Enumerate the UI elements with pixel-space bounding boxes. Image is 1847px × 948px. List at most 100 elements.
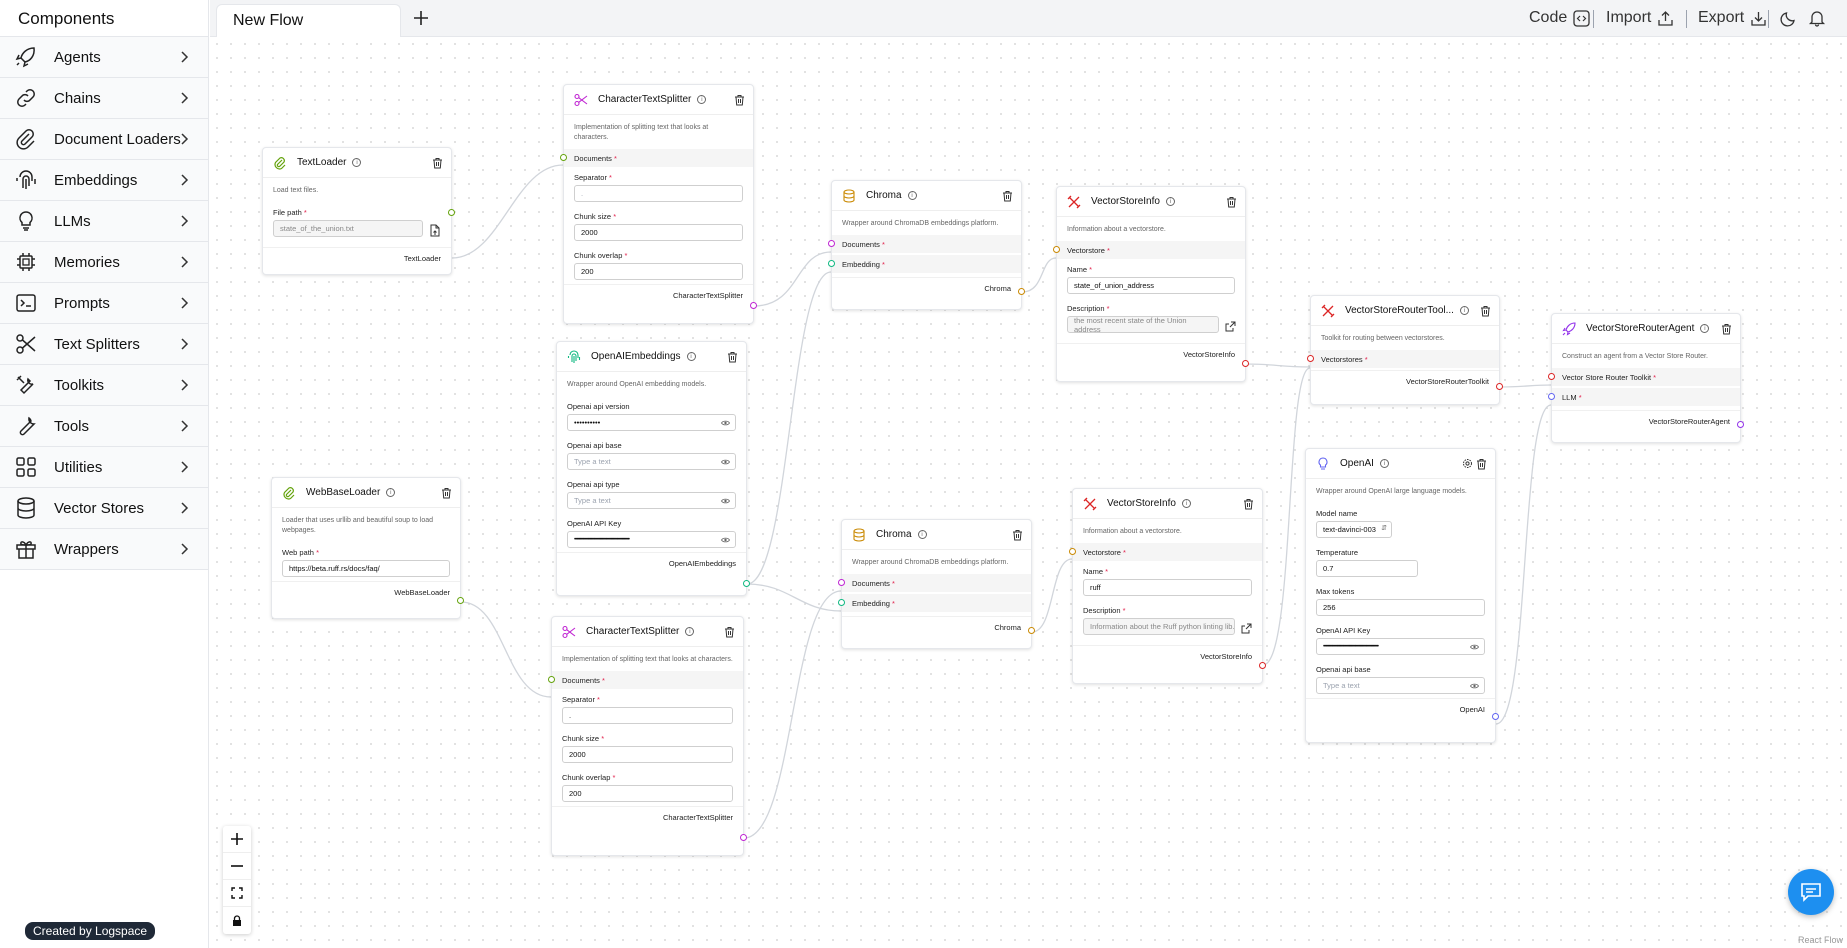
external-link-icon[interactable] — [1225, 321, 1236, 332]
chat-button[interactable] — [1788, 869, 1834, 915]
info-icon[interactable]: i — [697, 95, 707, 104]
trash-icon[interactable] — [1243, 498, 1254, 510]
file-path-input[interactable]: state_of_the_union.txt — [273, 220, 423, 237]
node-openai-embeddings[interactable]: OpenAIEmbeddings i Wrapper around OpenAI… — [556, 341, 750, 596]
sidebar-item-toolkits[interactable]: Toolkits — [0, 365, 208, 406]
output-handle[interactable] — [448, 209, 455, 216]
info-icon[interactable]: i — [1181, 499, 1191, 508]
output-handle[interactable] — [743, 580, 750, 587]
output-handle[interactable] — [1496, 383, 1503, 390]
import-button[interactable]: Import — [1606, 9, 1674, 27]
node-openai[interactable]: OpenAI i Wrapper around OpenAI large lan… — [1305, 448, 1499, 743]
chunk-size-input[interactable]: 2000 — [574, 224, 743, 241]
output-handle[interactable] — [1492, 713, 1499, 720]
chunk-overlap-input[interactable]: 200 — [574, 263, 743, 280]
output-handle[interactable] — [1242, 360, 1249, 367]
trash-icon[interactable] — [1480, 305, 1491, 317]
node-character-text-splitter[interactable]: CharacterTextSplitter i Implementation o… — [560, 84, 757, 324]
output-handle[interactable] — [1028, 627, 1035, 634]
toolkit-handle[interactable] — [1548, 373, 1555, 380]
fit-view-button[interactable] — [223, 880, 251, 907]
trash-icon[interactable] — [734, 94, 745, 106]
external-link-icon[interactable] — [1241, 623, 1252, 634]
trash-icon[interactable] — [1721, 323, 1732, 335]
zoom-in-button[interactable] — [223, 826, 251, 853]
trash-icon[interactable] — [1476, 458, 1487, 470]
vectorstores-handle[interactable] — [1307, 355, 1314, 362]
output-handle[interactable] — [750, 302, 757, 309]
model-name-select[interactable]: text-davinci-003 ⇵ — [1316, 521, 1392, 538]
sidebar-item-tools[interactable]: Tools — [0, 406, 208, 447]
node-chroma[interactable]: Chroma i Wrapper around ChromaDB embeddi… — [838, 519, 1035, 649]
api-base-input[interactable]: Type a text — [1316, 677, 1485, 694]
chunk-overlap-input[interactable]: 200 — [562, 785, 733, 802]
info-icon[interactable]: i — [1459, 306, 1469, 315]
separator-input[interactable]: . — [574, 185, 743, 202]
info-icon[interactable]: i — [685, 627, 695, 636]
node-chroma[interactable]: Chroma i Wrapper around ChromaDB embeddi… — [828, 180, 1025, 310]
tab-new-flow[interactable]: New Flow — [216, 4, 401, 37]
documents-handle[interactable] — [828, 240, 835, 247]
temperature-input[interactable]: 0.7 — [1316, 560, 1418, 577]
trash-icon[interactable] — [441, 487, 452, 499]
lock-button[interactable] — [223, 907, 251, 934]
export-button[interactable]: Export — [1698, 9, 1767, 27]
node-webbaseloader[interactable]: WebBaseLoader i Loader that uses urllib … — [271, 477, 464, 619]
api-key-input[interactable]: ••••••••••••••••••••••••••••••••••••••••… — [567, 531, 736, 548]
name-input[interactable]: state_of_union_address — [1067, 277, 1235, 294]
sidebar-item-memories[interactable]: Memories — [0, 242, 208, 283]
code-button[interactable]: Code — [1529, 9, 1590, 27]
node-vectorstore-router-toolkit[interactable]: VectorStoreRouterTool... i Toolkit for r… — [1307, 295, 1503, 405]
description-input[interactable]: the most recent state of the Union addre… — [1067, 316, 1219, 334]
output-handle[interactable] — [1737, 421, 1744, 428]
output-handle[interactable] — [740, 834, 747, 841]
trash-icon[interactable] — [727, 351, 738, 363]
info-icon[interactable]: i — [1379, 459, 1389, 468]
info-icon[interactable]: i — [1700, 324, 1710, 333]
sidebar-item-text-splitters[interactable]: Text Splitters — [0, 324, 208, 365]
file-upload-icon[interactable] — [429, 224, 441, 237]
zoom-out-button[interactable] — [223, 853, 251, 880]
eye-icon[interactable] — [721, 419, 730, 427]
sidebar-item-utilities[interactable]: Utilities — [0, 447, 208, 488]
output-handle[interactable] — [1018, 288, 1025, 295]
sidebar-item-vector-stores[interactable]: Vector Stores — [0, 488, 208, 529]
llm-handle[interactable] — [1548, 393, 1555, 400]
embedding-handle[interactable] — [838, 599, 845, 606]
output-handle[interactable] — [457, 597, 464, 604]
node-vectorstoreinfo[interactable]: VectorStoreInfo i Information about a ve… — [1069, 488, 1266, 684]
bell-icon[interactable] — [1808, 9, 1826, 27]
documents-handle[interactable] — [560, 154, 567, 161]
info-icon[interactable]: i — [1165, 197, 1175, 206]
name-input[interactable]: ruff — [1083, 579, 1252, 596]
dark-mode-icon[interactable] — [1780, 9, 1798, 27]
max-tokens-input[interactable]: 256 — [1316, 599, 1485, 616]
api-type-input[interactable]: Type a text — [567, 492, 736, 509]
documents-handle[interactable] — [838, 579, 845, 586]
vectorstore-handle[interactable] — [1069, 548, 1076, 555]
info-icon[interactable]: i — [907, 191, 917, 200]
sidebar-item-document-loaders[interactable]: Document Loaders — [0, 119, 208, 160]
info-icon[interactable]: i — [917, 530, 927, 539]
eye-icon[interactable] — [721, 458, 730, 466]
info-icon[interactable]: i — [386, 488, 396, 497]
node-character-text-splitter[interactable]: CharacterTextSplitter i Implementation o… — [548, 616, 747, 856]
node-textloader[interactable]: TextLoader i Load text files. File path … — [262, 147, 455, 275]
trash-icon[interactable] — [724, 626, 735, 638]
trash-icon[interactable] — [1012, 529, 1023, 541]
description-input[interactable]: Information about the Ruff python lintin… — [1083, 618, 1235, 635]
separator-input[interactable]: . — [562, 707, 733, 724]
trash-icon[interactable] — [432, 157, 443, 169]
sidebar-item-embeddings[interactable]: Embeddings — [0, 160, 208, 201]
output-handle[interactable] — [1259, 662, 1266, 669]
sidebar-item-wrappers[interactable]: Wrappers — [0, 529, 208, 570]
vectorstore-handle[interactable] — [1053, 246, 1060, 253]
credit-badge[interactable]: Created by Logspace — [25, 922, 156, 940]
info-icon[interactable]: i — [352, 158, 362, 167]
web-path-input[interactable]: https://beta.ruff.rs/docs/faq/ — [282, 560, 450, 577]
eye-icon[interactable] — [1470, 682, 1479, 690]
sidebar-item-prompts[interactable]: Prompts — [0, 283, 208, 324]
eye-icon[interactable] — [721, 497, 730, 505]
api-key-input[interactable]: ••••••••••••••••••••••••••••••••••••••••… — [1316, 638, 1485, 655]
api-version-input[interactable]: •••••••••• — [567, 414, 736, 431]
